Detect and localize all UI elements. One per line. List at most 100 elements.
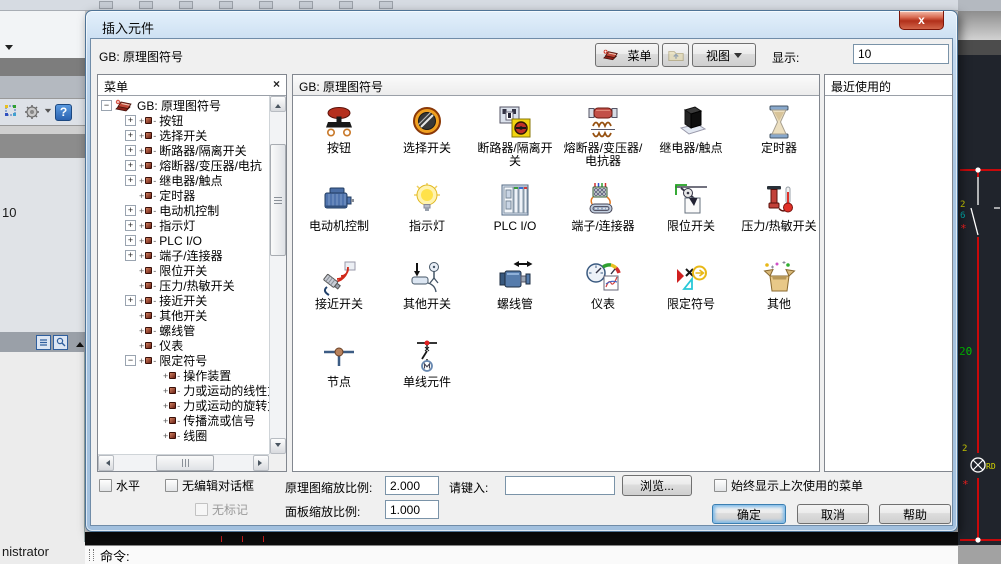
symbol-cell[interactable]: 电动机控制 bbox=[295, 178, 383, 256]
symbol-cell[interactable]: 限位开关 bbox=[647, 178, 735, 256]
always-show-checkbox[interactable] bbox=[714, 479, 727, 492]
symbol-label: 继电器/触点 bbox=[648, 142, 734, 155]
symbol-cell[interactable]: 其他 bbox=[735, 256, 819, 334]
symbol-cell[interactable]: 熔断器/变压器/电抗器 bbox=[559, 100, 647, 178]
scroll-right-button[interactable] bbox=[253, 455, 269, 471]
symbol-cell[interactable]: 继电器/触点 bbox=[647, 100, 735, 178]
type-it-input[interactable] bbox=[505, 476, 615, 495]
menu-button[interactable]: 菜单 bbox=[595, 43, 659, 67]
tree-vertical-scrollbar[interactable] bbox=[269, 96, 286, 454]
display-count-input[interactable] bbox=[853, 44, 949, 64]
expand-box-icon[interactable]: + bbox=[125, 295, 136, 306]
tree-item[interactable]: 仪表 bbox=[98, 338, 269, 353]
close-button[interactable]: x bbox=[899, 11, 944, 30]
tree-item[interactable]: +熔断器/变压器/电抗 bbox=[98, 158, 269, 173]
magnifier-icon[interactable] bbox=[53, 335, 68, 350]
scroll-left-button[interactable] bbox=[98, 455, 114, 471]
tree-item[interactable]: +端子/连接器 bbox=[98, 248, 269, 263]
tree-item[interactable]: 定时器 bbox=[98, 188, 269, 203]
symbol-label: PLC I/O bbox=[472, 220, 558, 233]
cancel-button[interactable]: 取消 bbox=[797, 504, 869, 524]
collapse-box-icon[interactable]: − bbox=[101, 100, 112, 111]
expand-box-icon[interactable]: + bbox=[125, 175, 136, 186]
list-view-icon[interactable] bbox=[36, 335, 51, 350]
symbol-cell[interactable]: 定时器 bbox=[735, 100, 819, 178]
scroll-down-button[interactable] bbox=[270, 438, 286, 454]
command-line[interactable]: 命令: bbox=[85, 545, 958, 564]
help-button[interactable]: 帮助 bbox=[879, 504, 951, 524]
tree-item[interactable]: 压力/热敏开关 bbox=[98, 278, 269, 293]
ok-button[interactable]: 确定 bbox=[712, 504, 786, 524]
help-icon[interactable]: ? bbox=[55, 104, 72, 121]
tree-item[interactable]: 螺线管 bbox=[98, 323, 269, 338]
symbol-cell[interactable]: 其他开关 bbox=[383, 256, 471, 334]
scroll-thumb[interactable] bbox=[156, 455, 214, 471]
drawing-canvas[interactable]: 2 6 * 20 RD 2 * bbox=[958, 55, 1001, 545]
symbol-cell[interactable]: 选择开关 bbox=[383, 100, 471, 178]
symbol-cell[interactable]: 单线元件 bbox=[383, 334, 471, 412]
scroll-up-button[interactable] bbox=[270, 96, 286, 112]
scroll-thumb[interactable] bbox=[270, 144, 286, 256]
symbol-cell[interactable]: 节点 bbox=[295, 334, 383, 412]
symbol-cell[interactable]: 螺线管 bbox=[471, 256, 559, 334]
browse-button[interactable]: 浏览... bbox=[622, 475, 692, 496]
dropdown-arrow-icon[interactable] bbox=[5, 45, 13, 54]
tree-item[interactable]: 其他开关 bbox=[98, 308, 269, 323]
drag-grip-icon[interactable] bbox=[89, 549, 94, 561]
symbol-cell[interactable]: 按钮 bbox=[295, 100, 383, 178]
dropdown-arrow-icon[interactable] bbox=[45, 108, 51, 115]
no-edit-checkbox-row: 无编辑对话框 bbox=[165, 477, 254, 494]
panel-scale-input[interactable] bbox=[385, 500, 439, 519]
symbol-cell[interactable]: 断路器/隔离开关 bbox=[471, 100, 559, 178]
toolbar-band bbox=[0, 11, 85, 58]
symbol-cell[interactable]: 端子/连接器 bbox=[559, 178, 647, 256]
tree-close-icon[interactable]: × bbox=[273, 77, 280, 91]
expand-box-icon[interactable]: + bbox=[125, 145, 136, 156]
expand-box-icon[interactable]: + bbox=[125, 235, 136, 246]
tree-item[interactable]: 力或运动的旋转方 bbox=[98, 398, 269, 413]
gear-icon[interactable] bbox=[23, 104, 41, 120]
symbol-cell[interactable]: 指示灯 bbox=[383, 178, 471, 256]
tree-horizontal-scrollbar[interactable] bbox=[98, 454, 269, 471]
tree-item[interactable]: +断路器/隔离开关 bbox=[98, 143, 269, 158]
collapse-box-icon[interactable]: − bbox=[125, 355, 136, 366]
tree-item[interactable]: +PLC I/O bbox=[98, 233, 269, 248]
expand-box-icon[interactable]: + bbox=[125, 130, 136, 141]
symbol-cell[interactable]: 压力/热敏开关 bbox=[735, 178, 819, 256]
tree-item[interactable]: 限位开关 bbox=[98, 263, 269, 278]
expand-box-icon[interactable]: + bbox=[125, 205, 136, 216]
symbol-cell[interactable]: PLC I/O bbox=[471, 178, 559, 256]
menu-up-button[interactable] bbox=[662, 43, 689, 67]
view-button[interactable]: 视图 bbox=[692, 43, 756, 67]
symbol-label: 选择开关 bbox=[384, 142, 470, 155]
tree-item[interactable]: +指示灯 bbox=[98, 218, 269, 233]
svg-text:20: 20 bbox=[959, 345, 972, 358]
schematic-scale-input[interactable] bbox=[385, 476, 439, 495]
tree-item[interactable]: +电动机控制 bbox=[98, 203, 269, 218]
tree-item[interactable]: 线圈 bbox=[98, 428, 269, 443]
tree-item[interactable]: −限定符号 bbox=[98, 353, 269, 368]
single-line-icon bbox=[408, 337, 446, 375]
collapse-arrow-icon[interactable] bbox=[76, 338, 84, 347]
tree-item[interactable]: − GB: 原理图符号 bbox=[98, 98, 269, 113]
tree-item[interactable]: +选择开关 bbox=[98, 128, 269, 143]
tree-item[interactable]: 力或运动的线性方 bbox=[98, 383, 269, 398]
expand-box-icon[interactable]: + bbox=[125, 220, 136, 231]
tree-item[interactable]: +按钮 bbox=[98, 113, 269, 128]
tree-item[interactable]: +继电器/触点 bbox=[98, 173, 269, 188]
tree-item[interactable]: +接近开关 bbox=[98, 293, 269, 308]
symbol-cell[interactable]: 仪表 bbox=[559, 256, 647, 334]
selection-grid-icon[interactable] bbox=[4, 104, 20, 120]
app-left-background: ? 10 nistrator bbox=[0, 0, 85, 564]
tree-item[interactable]: 操作装置 bbox=[98, 368, 269, 383]
expand-box-icon[interactable]: + bbox=[125, 160, 136, 171]
tree-item[interactable]: 传播流或信号 bbox=[98, 413, 269, 428]
expand-box-icon[interactable]: + bbox=[125, 115, 136, 126]
schematic-scale-label: 原理图缩放比例: bbox=[285, 479, 372, 496]
no-edit-dialog-checkbox[interactable] bbox=[165, 479, 178, 492]
expand-box-icon[interactable]: + bbox=[125, 250, 136, 261]
symbol-cell[interactable]: 限定符号 bbox=[647, 256, 735, 334]
horizontal-checkbox[interactable] bbox=[99, 479, 112, 492]
symbol-label: 限位开关 bbox=[648, 220, 734, 233]
symbol-cell[interactable]: 接近开关 bbox=[295, 256, 383, 334]
